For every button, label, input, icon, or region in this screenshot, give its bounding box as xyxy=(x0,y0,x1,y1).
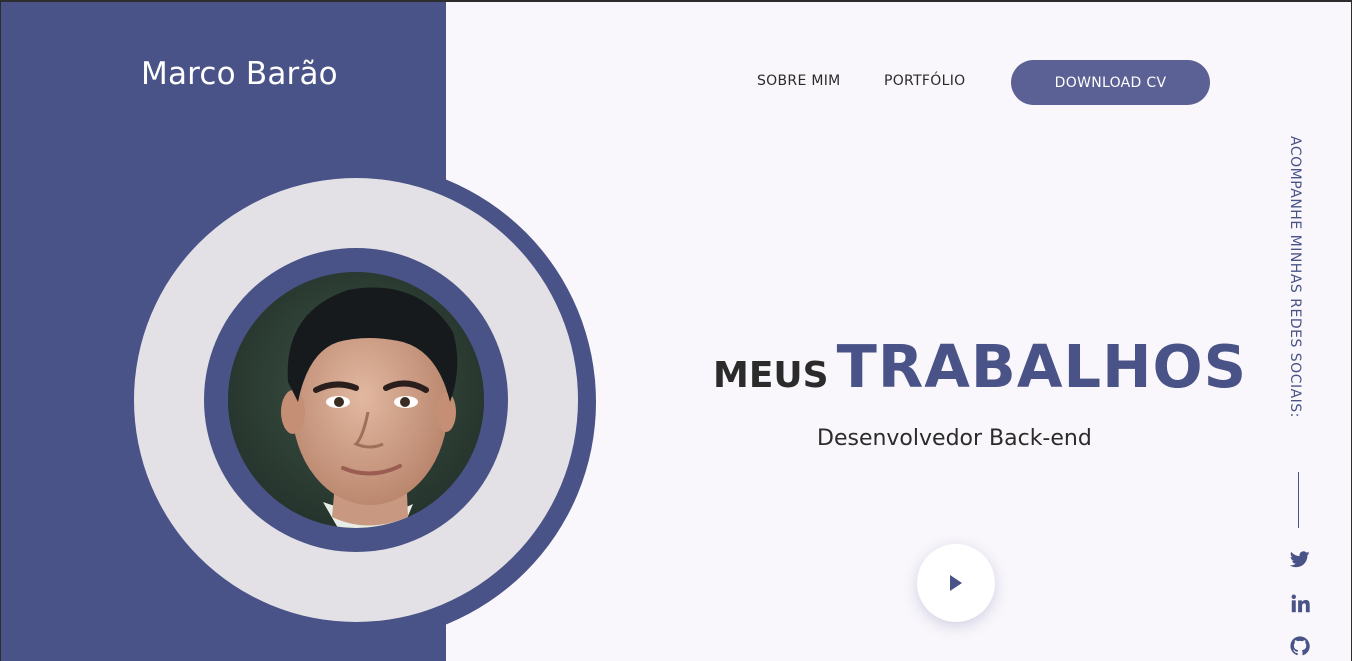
nav-portfolio[interactable]: PORTFÓLIO xyxy=(884,73,965,89)
hero-subtitle: Desenvolvedor Back-end xyxy=(817,426,1092,451)
play-icon xyxy=(950,575,962,591)
twitter-link[interactable] xyxy=(1290,549,1310,569)
profile-photo xyxy=(228,272,484,528)
linkedin-link[interactable] xyxy=(1290,593,1310,613)
brand-name[interactable]: Marco Barão xyxy=(141,56,338,92)
headline-big: TRABALHOS xyxy=(836,332,1248,401)
github-icon xyxy=(1290,636,1310,656)
social-divider xyxy=(1298,472,1299,528)
linkedin-icon xyxy=(1291,594,1310,612)
download-cv-button[interactable]: DOWNLOAD CV xyxy=(1011,60,1210,105)
social-label: ACOMPANHE MINHAS REDES SOCIAIS: xyxy=(1287,136,1303,418)
profile-photo-illustration xyxy=(228,272,484,528)
github-link[interactable] xyxy=(1290,636,1310,656)
nav-sobre-mim[interactable]: SOBRE MIM xyxy=(757,73,841,89)
headline-small: MEUS xyxy=(713,355,829,396)
hero-headline: MEUS TRABALHOS xyxy=(713,332,1247,401)
twitter-icon xyxy=(1290,550,1310,567)
play-button[interactable] xyxy=(917,544,995,622)
